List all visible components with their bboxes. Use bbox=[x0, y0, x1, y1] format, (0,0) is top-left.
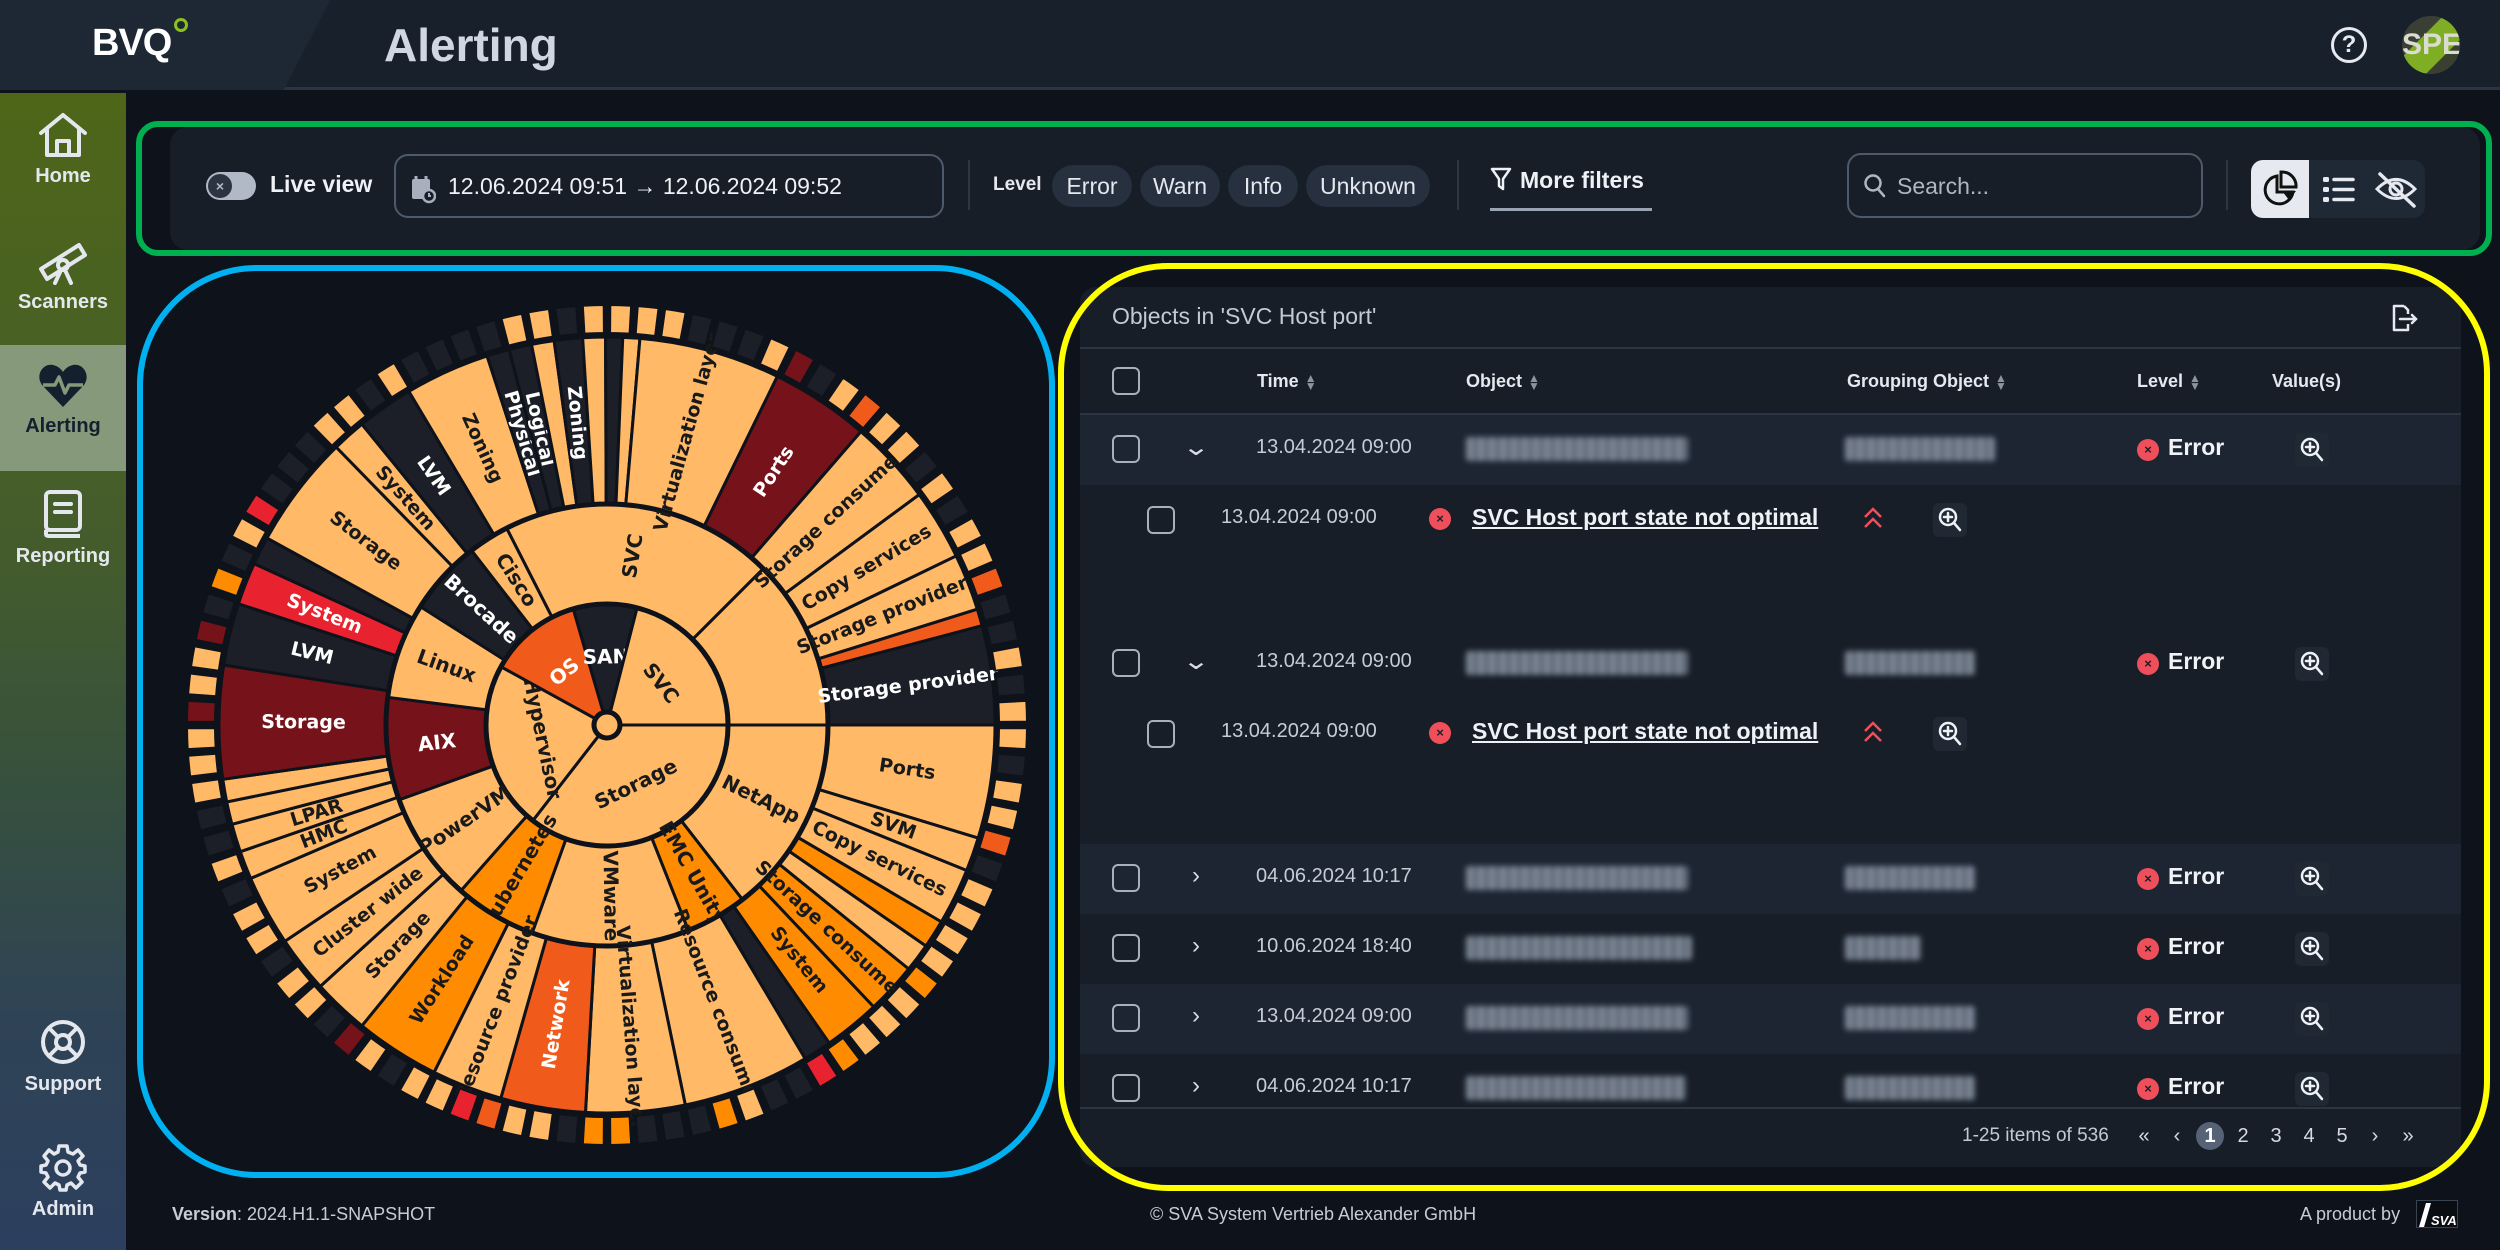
search-placeholder: Search... bbox=[1897, 173, 1990, 199]
page-title: Alerting bbox=[384, 19, 558, 71]
user-avatar[interactable]: SPE bbox=[2402, 16, 2460, 74]
sva-logo: SVA bbox=[2416, 1200, 2458, 1228]
version-value: : 2024.H1.1-SNAPSHOT bbox=[237, 1204, 436, 1224]
sidebar: Home Scanners Alerting Reporting Support… bbox=[0, 93, 126, 1250]
search-icon bbox=[1864, 174, 1886, 198]
version-label: Version bbox=[172, 1204, 238, 1224]
close-icon: × bbox=[208, 174, 232, 198]
product-by-label: A product by bbox=[2300, 1204, 2401, 1224]
help-circle-icon[interactable]: ? bbox=[2331, 27, 2367, 63]
top-bar: BVQ Alerting ? SPE bbox=[0, 0, 2500, 90]
sidebar-item-label: Reporting bbox=[15, 545, 111, 567]
more-filters-label: More filters bbox=[1520, 167, 1644, 193]
copyright: © SVA System Vertrieb Alexander GmbH bbox=[1150, 1204, 1477, 1224]
divider bbox=[968, 160, 970, 210]
date-to: 12.06.2024 09:52 bbox=[662, 173, 842, 199]
hide-view-button[interactable] bbox=[2367, 160, 2425, 218]
view-mode-switch bbox=[2251, 160, 2425, 218]
sidebar-item-reporting[interactable]: Reporting bbox=[0, 471, 126, 597]
date-range-picker[interactable]: 12.06.2024 09:51 → 12.06.2024 09:52 bbox=[394, 154, 944, 218]
sidebar-item-home[interactable]: Home bbox=[0, 93, 126, 219]
more-filters-button[interactable]: More filters bbox=[1490, 167, 1644, 194]
book-icon bbox=[44, 490, 82, 538]
sidebar-item-label: Admin bbox=[31, 1198, 95, 1220]
level-chip-error[interactable]: Error bbox=[1052, 165, 1132, 207]
home-icon bbox=[39, 113, 87, 157]
more-filters-underline bbox=[1490, 208, 1652, 211]
chart-panel-highlight bbox=[137, 265, 1055, 1178]
lifebuoy-icon bbox=[41, 1020, 85, 1064]
sidebar-item-support[interactable]: Support bbox=[0, 999, 126, 1125]
arrow-right-icon: → bbox=[633, 173, 657, 199]
filter-icon bbox=[1490, 167, 1512, 191]
calendar-clock-icon bbox=[412, 176, 436, 204]
telescope-icon bbox=[39, 243, 87, 285]
sidebar-item-admin[interactable]: Admin bbox=[0, 1124, 126, 1250]
sidebar-item-label: Home bbox=[35, 165, 91, 187]
eye-off-icon bbox=[2374, 172, 2418, 208]
gear-icon bbox=[39, 1144, 87, 1192]
list-icon bbox=[2323, 177, 2355, 202]
level-chip-warn[interactable]: Warn bbox=[1140, 165, 1220, 207]
chart-view-button[interactable] bbox=[2251, 160, 2309, 218]
sidebar-item-label: Scanners bbox=[17, 291, 109, 313]
live-view-toggle[interactable]: × bbox=[206, 172, 256, 200]
sidebar-item-label: Alerting bbox=[25, 415, 101, 437]
sidebar-item-alerting[interactable]: Alerting bbox=[0, 345, 126, 471]
sva-logo-icon: SVA bbox=[2419, 1203, 2457, 1228]
table-panel-highlight bbox=[1058, 263, 2490, 1191]
logo-dot-icon bbox=[174, 18, 188, 32]
level-chip-info[interactable]: Info bbox=[1228, 165, 1298, 207]
sidebar-item-scanners[interactable]: Scanners bbox=[0, 219, 126, 345]
level-chip-unknown[interactable]: Unknown bbox=[1306, 165, 1430, 207]
sidebar-item-label: Support bbox=[24, 1073, 102, 1095]
search-input[interactable]: Search... bbox=[1847, 153, 2203, 218]
divider bbox=[2226, 160, 2228, 210]
bvq-logo[interactable]: BVQ bbox=[92, 22, 172, 65]
pie-chart-icon bbox=[2263, 170, 2298, 206]
version-info: Version: 2024.H1.1-SNAPSHOT bbox=[172, 1204, 435, 1225]
svg-text:SVA: SVA bbox=[2431, 1213, 2457, 1228]
list-view-button[interactable] bbox=[2309, 160, 2367, 218]
date-from: 12.06.2024 09:51 bbox=[448, 173, 628, 199]
level-filter-label: Level bbox=[993, 174, 1042, 195]
divider bbox=[1457, 160, 1459, 210]
heart-pulse-icon bbox=[39, 364, 87, 407]
live-view-label: Live view bbox=[270, 171, 373, 197]
